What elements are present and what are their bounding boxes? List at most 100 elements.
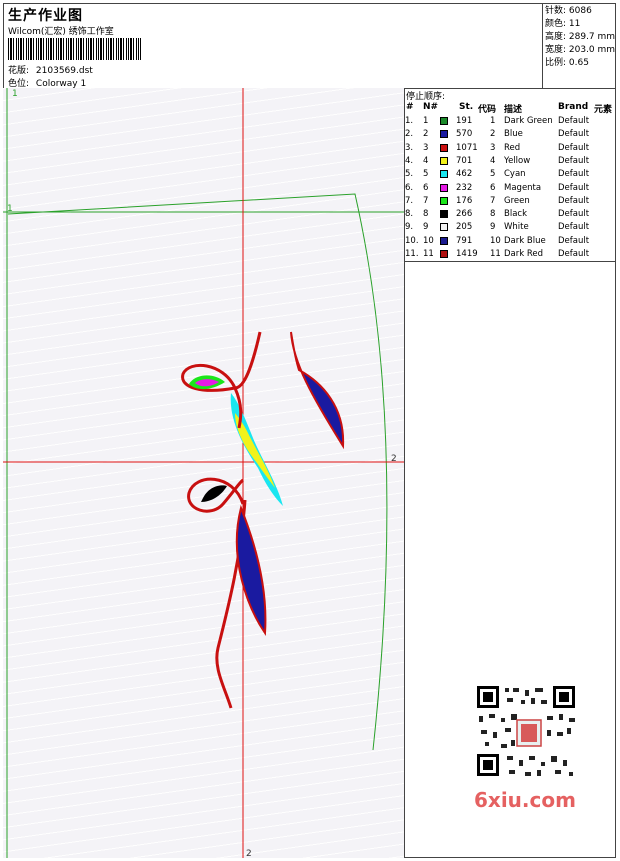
stop-sequence-title: 停止顺序: <box>406 92 446 102</box>
stop-row-stitches: 176 <box>456 195 473 206</box>
qr-code <box>471 682 581 782</box>
stop-row-description: Green <box>504 195 530 206</box>
stop-row-brand: Default <box>558 169 590 180</box>
stop-row-stitches: 1419 <box>456 249 478 259</box>
col-code: 代码 <box>478 105 497 115</box>
stop-row-description: Red <box>504 142 521 153</box>
stop-row: 3. 3 1071 3 Red Default <box>404 142 616 155</box>
stop-row-code: 4 <box>490 155 496 166</box>
stop-row-description: Black <box>504 209 527 220</box>
marker-2-right: 2 <box>391 454 397 464</box>
design-name-row: 花版: 2103569.dst <box>8 63 93 76</box>
stop-row-color-swatch <box>440 223 448 232</box>
stop-row-brand: Default <box>558 209 590 220</box>
sheet-title: 生产作业图 <box>8 8 83 24</box>
stop-row-needle: 9 <box>423 222 429 233</box>
col-number: N# <box>423 102 439 112</box>
stop-row-brand: Default <box>558 195 590 206</box>
leaf-lower-blue <box>235 504 267 636</box>
stop-row-brand: Default <box>558 249 590 259</box>
stop-row-needle: 7 <box>423 195 429 206</box>
stop-row-stitches: 266 <box>456 209 473 220</box>
stop-row-description: Dark Blue <box>504 235 546 246</box>
stop-row-description: Dark Green <box>504 116 553 126</box>
design-label: 花版: <box>8 66 30 76</box>
stop-row-index: 6. <box>405 182 414 193</box>
stop-row-description: Cyan <box>504 169 526 180</box>
design-canvas: 1 1 2 2 <box>3 88 405 858</box>
watermark-text: 6xiu.com <box>474 788 576 812</box>
stop-row: 5. 5 462 5 Cyan Default <box>404 168 616 181</box>
stop-row-brand: Default <box>558 129 590 140</box>
col-hash: # <box>406 102 414 112</box>
stop-row-needle: 3 <box>423 142 429 153</box>
stitch-count: 针数: 6086 <box>545 6 592 16</box>
stop-row-code: 6 <box>490 182 496 193</box>
stop-row-color-swatch <box>440 236 448 245</box>
stop-row-index: 3. <box>405 142 414 153</box>
stop-row-code: 5 <box>490 169 496 180</box>
marker-1-left: 1 <box>7 204 13 214</box>
stop-row: 9. 9 205 9 White Default <box>404 221 616 234</box>
stop-row-brand: Default <box>558 142 590 153</box>
design-height: 高度: 289.7 mm <box>545 32 616 42</box>
stop-row-color-swatch <box>440 143 448 152</box>
stop-row-color-swatch <box>440 156 448 165</box>
stop-row-needle: 5 <box>423 169 429 180</box>
stop-row-description: Yellow <box>504 155 531 166</box>
stop-row-index: 5. <box>405 169 414 180</box>
stop-row-index: 9. <box>405 222 414 233</box>
stop-row-needle: 4 <box>423 155 429 166</box>
stop-row-stitches: 232 <box>456 182 473 193</box>
stop-row-stitches: 205 <box>456 222 473 233</box>
stop-row-brand: Default <box>558 222 590 233</box>
stop-row: 1. 1 191 1 Dark Green Default <box>404 115 616 128</box>
marker-1-top: 1 <box>12 89 18 99</box>
stop-row-stitches: 462 <box>456 169 473 180</box>
marker-2-bottom: 2 <box>246 849 252 858</box>
stop-row-index: 4. <box>405 155 414 166</box>
stop-row-index: 7. <box>405 195 414 206</box>
stop-row: 7. 7 176 7 Green Default <box>404 195 616 208</box>
stop-row-code: 11 <box>490 249 501 259</box>
stop-row-index: 1. <box>405 116 414 126</box>
stop-row-index: 8. <box>405 209 414 220</box>
stop-row-stitches: 1071 <box>456 142 478 153</box>
stop-row-code: 9 <box>490 222 496 233</box>
stop-row-needle: 1 <box>423 116 429 126</box>
stop-row-stitches: 570 <box>456 129 473 140</box>
design-value: 2103569.dst <box>35 66 93 76</box>
stop-row-description: Blue <box>504 129 523 140</box>
col-description: 描述 <box>504 105 523 115</box>
stop-row-index: 10. <box>405 235 419 246</box>
stop-row: 8. 8 266 8 Black Default <box>404 208 616 221</box>
stop-row-code: 1 <box>490 116 496 126</box>
stop-row-code: 3 <box>490 142 496 153</box>
stop-row-needle: 2 <box>423 129 429 140</box>
curl-lower-black <box>201 485 227 502</box>
stop-row-code: 7 <box>490 195 496 206</box>
stop-row-needle: 10 <box>423 235 434 246</box>
stop-row-color-swatch <box>440 250 448 258</box>
stop-row-code: 2 <box>490 129 496 140</box>
stop-row-needle: 6 <box>423 182 429 193</box>
stop-row-color-swatch <box>440 170 448 179</box>
sheet-subtitle: Wilcom(汇宏) 绣饰工作室 <box>8 27 114 37</box>
stop-row-needle: 8 <box>423 209 429 220</box>
barcode <box>8 38 141 60</box>
stop-row-code: 10 <box>490 235 501 246</box>
design-scale: 比例: 0.65 <box>545 58 589 68</box>
stop-row-description: White <box>504 222 529 233</box>
stop-row-index: 11. <box>405 249 419 259</box>
color-count: 颜色: 11 <box>545 19 581 29</box>
stop-row-description: Dark Red <box>504 249 544 259</box>
stop-row: 2. 2 570 2 Blue Default <box>404 128 616 141</box>
col-stitches: St. <box>459 102 474 112</box>
design-stats: 针数: 6086 颜色: 11 高度: 289.7 mm 宽度: 203.0 m… <box>542 3 616 88</box>
stop-row: 10. 10 791 10 Dark Blue Default <box>404 235 616 248</box>
stop-row-description: Magenta <box>504 182 542 193</box>
stop-row-stitches: 701 <box>456 155 473 166</box>
design-width: 宽度: 203.0 mm <box>545 45 616 55</box>
stop-row-code: 8 <box>490 209 496 220</box>
stop-row: 11. 11 1419 11 Dark Red Default <box>404 248 616 261</box>
